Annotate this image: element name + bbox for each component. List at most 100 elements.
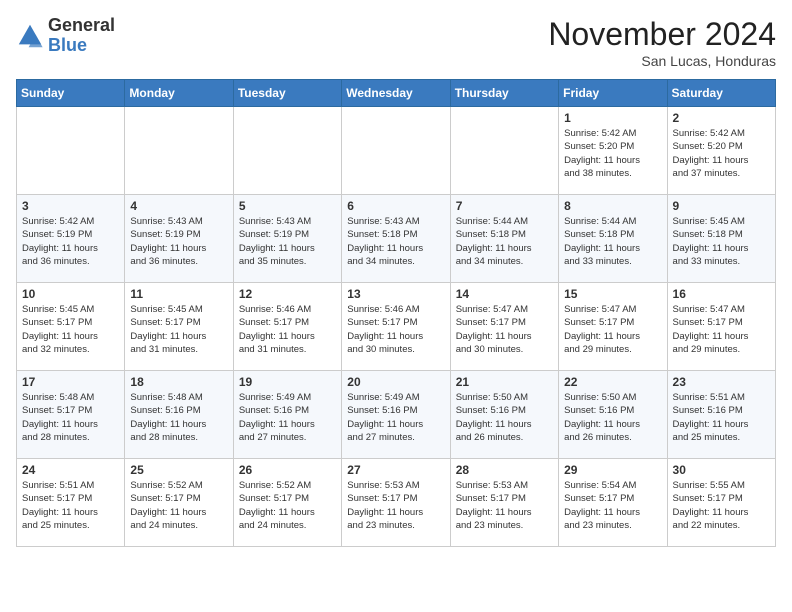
- logo-blue: Blue: [48, 36, 115, 56]
- day-number: 4: [130, 199, 227, 213]
- day-detail: Sunrise: 5:48 AM Sunset: 5:16 PM Dayligh…: [130, 391, 227, 444]
- day-detail: Sunrise: 5:53 AM Sunset: 5:17 PM Dayligh…: [347, 479, 444, 532]
- logo-general: General: [48, 16, 115, 36]
- day-detail: Sunrise: 5:45 AM Sunset: 5:17 PM Dayligh…: [130, 303, 227, 356]
- calendar-cell: [233, 107, 341, 195]
- day-number: 11: [130, 287, 227, 301]
- calendar-cell: [125, 107, 233, 195]
- day-detail: Sunrise: 5:42 AM Sunset: 5:20 PM Dayligh…: [673, 127, 770, 180]
- day-number: 14: [456, 287, 553, 301]
- day-detail: Sunrise: 5:50 AM Sunset: 5:16 PM Dayligh…: [564, 391, 661, 444]
- day-detail: Sunrise: 5:43 AM Sunset: 5:19 PM Dayligh…: [130, 215, 227, 268]
- day-detail: Sunrise: 5:44 AM Sunset: 5:18 PM Dayligh…: [456, 215, 553, 268]
- calendar-cell: 27 Sunrise: 5:53 AM Sunset: 5:17 PM Dayli…: [342, 459, 450, 547]
- day-detail: Sunrise: 5:47 AM Sunset: 5:17 PM Dayligh…: [564, 303, 661, 356]
- day-detail: Sunrise: 5:43 AM Sunset: 5:18 PM Dayligh…: [347, 215, 444, 268]
- day-number: 12: [239, 287, 336, 301]
- day-number: 7: [456, 199, 553, 213]
- calendar-week-3: 17 Sunrise: 5:48 AM Sunset: 5:17 PM Dayli…: [17, 371, 776, 459]
- month-title: November 2024: [548, 16, 776, 53]
- logo-text: General Blue: [48, 16, 115, 56]
- calendar-cell: 17 Sunrise: 5:48 AM Sunset: 5:17 PM Dayli…: [17, 371, 125, 459]
- calendar-cell: 26 Sunrise: 5:52 AM Sunset: 5:17 PM Dayli…: [233, 459, 341, 547]
- day-number: 19: [239, 375, 336, 389]
- calendar-cell: 22Sunrise: 5:50 AM Sunset: 5:16 PM Dayli…: [559, 371, 667, 459]
- day-detail: Sunrise: 5:48 AM Sunset: 5:17 PM Dayligh…: [22, 391, 119, 444]
- calendar-week-1: 3Sunrise: 5:42 AM Sunset: 5:19 PM Daylig…: [17, 195, 776, 283]
- day-number: 20: [347, 375, 444, 389]
- day-detail: Sunrise: 5:45 AM Sunset: 5:17 PM Dayligh…: [22, 303, 119, 356]
- day-number: 28: [456, 463, 553, 477]
- day-detail: Sunrise: 5:44 AM Sunset: 5:18 PM Dayligh…: [564, 215, 661, 268]
- calendar-cell: 29Sunrise: 5:54 AM Sunset: 5:17 PM Dayli…: [559, 459, 667, 547]
- calendar-week-4: 24 Sunrise: 5:51 AM Sunset: 5:17 PM Dayli…: [17, 459, 776, 547]
- day-detail: Sunrise: 5:55 AM Sunset: 5:17 PM Dayligh…: [673, 479, 770, 532]
- calendar-cell: 13 Sunrise: 5:46 AM Sunset: 5:17 PM Dayli…: [342, 283, 450, 371]
- calendar-cell: 19 Sunrise: 5:49 AM Sunset: 5:16 PM Dayli…: [233, 371, 341, 459]
- day-number: 3: [22, 199, 119, 213]
- calendar-cell: 5Sunrise: 5:43 AM Sunset: 5:19 PM Daylig…: [233, 195, 341, 283]
- day-detail: Sunrise: 5:42 AM Sunset: 5:20 PM Dayligh…: [564, 127, 661, 180]
- day-number: 21: [456, 375, 553, 389]
- day-number: 17: [22, 375, 119, 389]
- header-sunday: Sunday: [17, 80, 125, 107]
- day-number: 29: [564, 463, 661, 477]
- day-detail: Sunrise: 5:52 AM Sunset: 5:17 PM Dayligh…: [239, 479, 336, 532]
- calendar-cell: 1 Sunrise: 5:42 AM Sunset: 5:20 PM Daylig…: [559, 107, 667, 195]
- day-number: 26: [239, 463, 336, 477]
- logo: General Blue: [16, 16, 115, 56]
- calendar-cell: 8Sunrise: 5:44 AM Sunset: 5:18 PM Daylig…: [559, 195, 667, 283]
- day-number: 25: [130, 463, 227, 477]
- day-detail: Sunrise: 5:46 AM Sunset: 5:17 PM Dayligh…: [239, 303, 336, 356]
- day-number: 23: [673, 375, 770, 389]
- day-detail: Sunrise: 5:45 AM Sunset: 5:18 PM Dayligh…: [673, 215, 770, 268]
- logo-icon: [16, 22, 44, 50]
- calendar-cell: 2 Sunrise: 5:42 AM Sunset: 5:20 PM Daylig…: [667, 107, 775, 195]
- header-saturday: Saturday: [667, 80, 775, 107]
- day-number: 16: [673, 287, 770, 301]
- calendar-cell: 25Sunrise: 5:52 AM Sunset: 5:17 PM Dayli…: [125, 459, 233, 547]
- calendar-cell: 30 Sunrise: 5:55 AM Sunset: 5:17 PM Dayli…: [667, 459, 775, 547]
- calendar-cell: 21 Sunrise: 5:50 AM Sunset: 5:16 PM Dayli…: [450, 371, 558, 459]
- calendar-cell: [450, 107, 558, 195]
- day-number: 9: [673, 199, 770, 213]
- calendar-cell: 6Sunrise: 5:43 AM Sunset: 5:18 PM Daylig…: [342, 195, 450, 283]
- day-detail: Sunrise: 5:53 AM Sunset: 5:17 PM Dayligh…: [456, 479, 553, 532]
- header-monday: Monday: [125, 80, 233, 107]
- calendar-cell: 10Sunrise: 5:45 AM Sunset: 5:17 PM Dayli…: [17, 283, 125, 371]
- day-number: 1: [564, 111, 661, 125]
- day-detail: Sunrise: 5:47 AM Sunset: 5:17 PM Dayligh…: [673, 303, 770, 356]
- header-row: Sunday Monday Tuesday Wednesday Thursday…: [17, 80, 776, 107]
- day-number: 24: [22, 463, 119, 477]
- day-number: 18: [130, 375, 227, 389]
- day-number: 13: [347, 287, 444, 301]
- calendar-cell: 11 Sunrise: 5:45 AM Sunset: 5:17 PM Dayli…: [125, 283, 233, 371]
- page-header: General Blue November 2024 San Lucas, Ho…: [16, 16, 776, 69]
- calendar-cell: 3Sunrise: 5:42 AM Sunset: 5:19 PM Daylig…: [17, 195, 125, 283]
- calendar-cell: [17, 107, 125, 195]
- calendar-cell: 28 Sunrise: 5:53 AM Sunset: 5:17 PM Dayli…: [450, 459, 558, 547]
- day-number: 27: [347, 463, 444, 477]
- calendar-table: Sunday Monday Tuesday Wednesday Thursday…: [16, 79, 776, 547]
- title-block: November 2024 San Lucas, Honduras: [548, 16, 776, 69]
- day-number: 30: [673, 463, 770, 477]
- calendar-cell: 23Sunrise: 5:51 AM Sunset: 5:16 PM Dayli…: [667, 371, 775, 459]
- day-detail: Sunrise: 5:47 AM Sunset: 5:17 PM Dayligh…: [456, 303, 553, 356]
- calendar-week-0: 1 Sunrise: 5:42 AM Sunset: 5:20 PM Daylig…: [17, 107, 776, 195]
- day-detail: Sunrise: 5:51 AM Sunset: 5:17 PM Dayligh…: [22, 479, 119, 532]
- calendar-body: 1 Sunrise: 5:42 AM Sunset: 5:20 PM Daylig…: [17, 107, 776, 547]
- day-number: 2: [673, 111, 770, 125]
- calendar-cell: 16 Sunrise: 5:47 AM Sunset: 5:17 PM Dayli…: [667, 283, 775, 371]
- day-number: 15: [564, 287, 661, 301]
- day-detail: Sunrise: 5:46 AM Sunset: 5:17 PM Dayligh…: [347, 303, 444, 356]
- day-detail: Sunrise: 5:49 AM Sunset: 5:16 PM Dayligh…: [239, 391, 336, 444]
- calendar-cell: 9 Sunrise: 5:45 AM Sunset: 5:18 PM Daylig…: [667, 195, 775, 283]
- day-detail: Sunrise: 5:50 AM Sunset: 5:16 PM Dayligh…: [456, 391, 553, 444]
- calendar-cell: 18 Sunrise: 5:48 AM Sunset: 5:16 PM Dayli…: [125, 371, 233, 459]
- calendar-cell: 24 Sunrise: 5:51 AM Sunset: 5:17 PM Dayli…: [17, 459, 125, 547]
- calendar-cell: 7 Sunrise: 5:44 AM Sunset: 5:18 PM Daylig…: [450, 195, 558, 283]
- calendar-cell: 15 Sunrise: 5:47 AM Sunset: 5:17 PM Dayli…: [559, 283, 667, 371]
- calendar-cell: 14 Sunrise: 5:47 AM Sunset: 5:17 PM Dayli…: [450, 283, 558, 371]
- header-tuesday: Tuesday: [233, 80, 341, 107]
- header-thursday: Thursday: [450, 80, 558, 107]
